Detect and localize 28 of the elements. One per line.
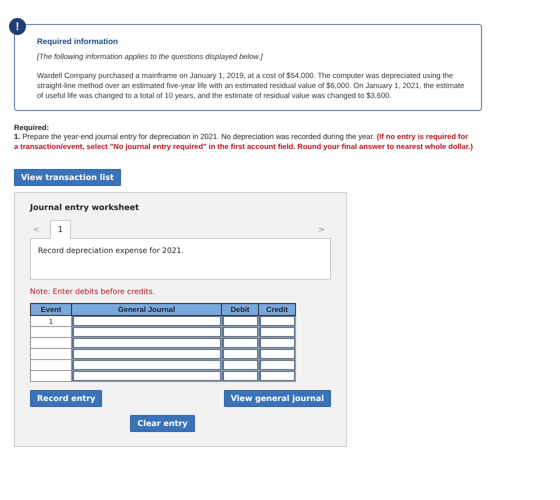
info-title: Required information bbox=[37, 37, 119, 46]
account-field[interactable] bbox=[73, 350, 220, 358]
entry-tab[interactable]: 1 bbox=[50, 220, 71, 239]
record-entry-button[interactable]: Record entry bbox=[30, 390, 102, 407]
credit-field[interactable] bbox=[260, 372, 294, 380]
clear-entry-button[interactable]: Clear entry bbox=[130, 415, 195, 432]
account-field[interactable] bbox=[73, 328, 220, 336]
next-arrow[interactable]: > bbox=[315, 225, 331, 238]
debit-field[interactable] bbox=[223, 317, 257, 325]
credit-field[interactable] bbox=[260, 317, 294, 325]
debit-field[interactable] bbox=[223, 339, 257, 347]
account-field[interactable] bbox=[73, 372, 220, 380]
view-general-journal-button[interactable]: View general journal bbox=[224, 390, 331, 407]
credit-field[interactable] bbox=[260, 350, 294, 358]
account-field[interactable] bbox=[73, 317, 220, 325]
credit-field[interactable] bbox=[260, 328, 294, 336]
account-field[interactable] bbox=[73, 361, 220, 369]
credit-field[interactable] bbox=[260, 361, 294, 369]
worksheet-title: Journal entry worksheet bbox=[30, 203, 140, 212]
debit-field[interactable] bbox=[223, 350, 257, 358]
debit-field[interactable] bbox=[223, 328, 257, 336]
view-transaction-list-button[interactable]: View transaction list bbox=[14, 169, 121, 186]
debit-field[interactable] bbox=[223, 372, 257, 380]
previous-arrow[interactable]: < bbox=[30, 225, 46, 238]
debit-field[interactable] bbox=[223, 361, 257, 369]
credit-field[interactable] bbox=[260, 339, 294, 347]
account-field[interactable] bbox=[73, 339, 220, 347]
alert-badge: ! bbox=[9, 18, 26, 35]
